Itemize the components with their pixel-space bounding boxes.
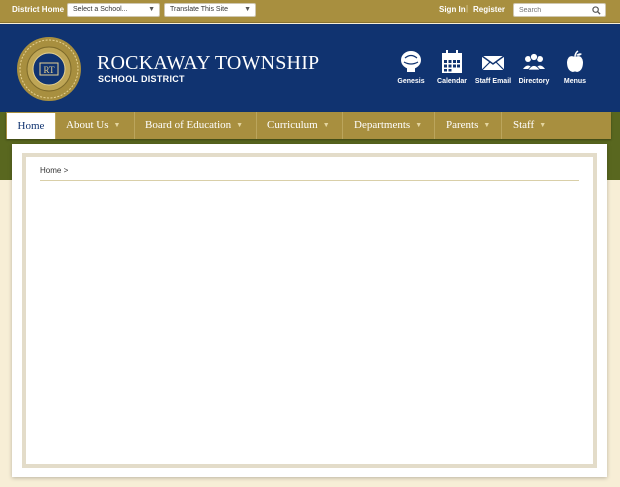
envelope-icon [481,55,505,71]
school-select[interactable]: Select a School... ▼ [67,3,160,17]
quick-link-label: Directory [518,78,550,85]
breadcrumb-separator: > [63,166,69,175]
chevron-down-icon: ▼ [539,121,547,129]
nav-item-label: Departments [354,119,411,131]
nav-item-home[interactable]: Home [7,113,56,139]
main-content: Home > [12,144,607,477]
school-select-value: Select a School... [73,6,128,13]
chevron-down-icon: ▼ [415,121,423,129]
district-name[interactable]: ROCKAWAY TOWNSHIP [97,52,319,75]
quick-link-directory[interactable]: Directory [517,50,551,85]
quick-link-menus[interactable]: Menus [560,50,590,85]
people-icon [523,53,545,71]
district-subtitle: SCHOOL DISTRICT [98,74,185,84]
nav-item-label: Home [17,120,45,132]
quick-link-staff-email[interactable]: Staff Email [473,50,513,85]
nav-item-parents[interactable]: Parents ▼ [435,112,502,139]
nav-item-staff[interactable]: Staff ▼ [502,112,552,139]
register-link[interactable]: Register [473,5,505,14]
calendar-icon [442,50,462,73]
nav-item-curriculum[interactable]: Curriculum ▼ [257,112,343,139]
divider [40,180,579,181]
content-frame: Home > [22,153,597,468]
quick-link-label: Staff Email [474,78,512,85]
nav-item-label: Parents [446,119,479,131]
chevron-down-icon: ▼ [483,121,491,129]
nav-item-board-of-education[interactable]: Board of Education ▼ [135,112,257,139]
site-header: RT ROCKAWAY TOWNSHIP SCHOOL DISTRICT Gen… [0,24,620,112]
nav-item-label: About Us [66,119,109,131]
quick-link-label: Menus [563,78,587,85]
nav-item-label: Curriculum [267,119,318,131]
apple-icon [567,50,583,72]
quick-link-genesis[interactable]: Genesis [395,50,427,85]
search-icon[interactable] [592,6,601,15]
link-separator: | [466,4,469,13]
nav-item-label: Board of Education [145,119,232,131]
district-home-link[interactable]: District Home [12,5,64,14]
main-nav: Home About Us ▼ Board of Education ▼ Curri… [6,112,611,139]
chevron-down-icon: ▼ [322,121,330,129]
search-box [513,3,606,17]
chevron-down-icon: ▼ [236,121,244,129]
nav-item-about-us[interactable]: About Us ▼ [56,112,135,139]
utility-bar: District Home Select a School... ▼ Trans… [0,0,620,23]
chevron-down-icon: ▼ [148,6,155,13]
seal-initials: RT [44,65,55,75]
quick-link-label: Calendar [437,78,467,85]
breadcrumb: Home > [40,166,68,175]
sign-in-link[interactable]: Sign In [439,5,466,14]
translate-select[interactable]: Translate This Site ▼ [164,3,256,17]
translate-select-value: Translate This Site [170,6,228,13]
chevron-down-icon: ▼ [113,121,121,129]
quick-link-label: Genesis [397,78,425,85]
quick-link-calendar[interactable]: Calendar [436,50,468,85]
search-input[interactable] [519,6,589,15]
district-seal-logo[interactable]: RT [16,36,82,102]
nav-item-label: Staff [513,119,535,131]
nav-item-departments[interactable]: Departments ▼ [343,112,435,139]
breadcrumb-home-link[interactable]: Home [40,166,61,175]
chevron-down-icon: ▼ [244,6,251,13]
genesis-icon [401,51,421,72]
